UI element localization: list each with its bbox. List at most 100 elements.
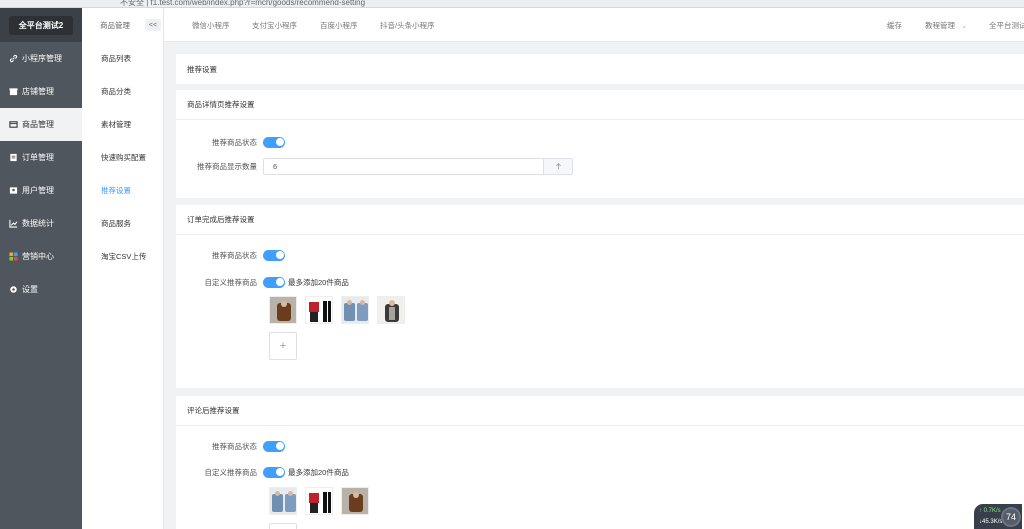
comment-recommend-panel: 评论后推荐设置 推荐商品状态 自定义推荐商品 最多添加20件商品 + [176,396,1024,529]
chevron-down-icon: ⌄ [961,21,968,30]
upload-unit: K/s [992,508,1001,514]
section-title: 商品详情页推荐设置 [176,90,1024,120]
custom-row: 自定义推荐商品 最多添加20件商品 [176,464,349,480]
browser-url[interactable]: 不安全 | f1.test.com/web/index.php?r=mch/go… [120,0,365,7]
upload-value: 0.7 [983,508,993,514]
tab-alipay[interactable]: 支付宝小程序 [252,20,297,31]
submenu-title: 商品管理 [100,20,130,30]
count-up-button[interactable] [543,159,572,174]
custom-label: 自定义推荐商品 [204,467,258,477]
submenu-item-goods-list[interactable]: 商品列表 [82,42,163,75]
link-icon [9,54,18,63]
custom-label: 自定义推荐商品 [204,277,258,287]
detail-recommend-panel: 商品详情页推荐设置 推荐商品状态 推荐商品显示数量 6 [176,90,1024,198]
product-thumbs [269,487,377,515]
sidebar: 全平台测试2 小程序管理 店铺管理 商品管理 订单管理 用户管理 数据统计 营销… [0,8,82,529]
order-recommend-panel: 订单完成后推荐设置 推荐商品状态 自定义推荐商品 最多添加20件商品 + [176,205,1024,388]
section-title: 订单完成后推荐设置 [176,205,1024,235]
network-speed-widget: ↑ 0.7K/s ↓45.3K/s 74 [974,504,1022,529]
custom-hint: 最多添加20件商品 [288,467,349,477]
download-speed: ↓45.3K/s [979,519,1003,525]
tab-baidu[interactable]: 百度小程序 [320,20,358,31]
status-toggle[interactable] [263,136,285,148]
status-label: 推荐商品状态 [212,441,257,451]
sidebar-item-label: 小程序管理 [22,54,62,63]
chart-icon [9,219,18,228]
product-thumbs [269,296,413,324]
sidebar-item-store[interactable]: 店铺管理 [0,75,82,108]
sidebar-item-marketing[interactable]: 营销中心 [0,240,82,273]
count-value[interactable]: 6 [264,159,543,174]
submenu-item-recommend[interactable]: 推荐设置 [82,174,163,207]
section-title: 评论后推荐设置 [176,396,1024,426]
sidebar-item-label: 店铺管理 [22,87,54,96]
add-product-button[interactable]: + [269,523,297,529]
sidebar-item-label: 营销中心 [22,252,54,261]
status-row: 推荐商品状态 [176,438,285,454]
tutorial-label: 教程管理 [925,21,955,30]
top-nav: 微信小程序 支付宝小程序 百度小程序 抖音/头条小程序 缓存 教程管理 ⌄ 全平… [164,8,1024,42]
sidebar-item-order[interactable]: 订单管理 [0,141,82,174]
sidebar-item-label: 设置 [22,285,38,294]
submenu: 商品管理 << 商品列表 商品分类 素材管理 快速购买配置 推荐设置 商品服务 … [82,8,164,529]
arrow-up-icon [555,163,561,170]
page-title-panel: 推荐设置 [176,54,1024,84]
product-thumb[interactable] [305,296,333,324]
status-row: 推荐商品状态 [176,247,285,263]
marketing-icon [9,252,18,261]
add-product-button[interactable]: + [269,332,297,360]
upload-speed: ↑ 0.7K/s [979,508,1001,514]
goods-icon [9,120,18,129]
sidebar-item-label: 用户管理 [22,186,54,195]
product-thumb[interactable] [305,487,333,515]
page-title: 推荐设置 [187,64,217,74]
sidebar-item-label: 商品管理 [22,120,54,129]
submenu-item-goods-category[interactable]: 商品分类 [82,75,163,108]
status-toggle[interactable] [263,249,285,261]
count-label: 推荐商品显示数量 [197,162,257,171]
tab-douyin[interactable]: 抖音/头条小程序 [380,20,435,31]
download-value: 45.3 [982,519,994,525]
custom-row: 自定义推荐商品 最多添加20件商品 [176,274,349,290]
custom-toggle[interactable] [263,466,285,478]
status-row: 推荐商品状态 [176,134,285,150]
status-label: 推荐商品状态 [212,137,257,147]
sidebar-item-goods[interactable]: 商品管理 [0,108,82,141]
store-icon [9,87,18,96]
cpu-percent: 74 [1001,507,1021,527]
sidebar-item-settings[interactable]: 设置 [0,273,82,306]
brand-label[interactable]: 全平台测试2 [8,15,74,35]
cache-link[interactable]: 缓存 [887,20,902,31]
product-thumb[interactable] [341,296,369,324]
browser-bar: 不安全 | f1.test.com/web/index.php?r=mch/go… [0,0,1024,8]
account-menu[interactable]: 全平台测试 [989,20,1024,31]
submenu-item-service[interactable]: 商品服务 [82,207,163,240]
count-input[interactable]: 6 [263,158,573,175]
count-row: 推荐商品显示数量 6 [176,158,573,175]
order-icon [9,153,18,162]
main-content: 推荐设置 商品详情页推荐设置 推荐商品状态 推荐商品显示数量 6 订单完成后推荐… [164,42,1024,529]
sidebar-item-label: 订单管理 [22,153,54,162]
custom-toggle[interactable] [263,276,285,288]
product-thumb[interactable] [269,296,297,324]
submenu-item-material[interactable]: 素材管理 [82,108,163,141]
tutorial-menu[interactable]: 教程管理 ⌄ [925,20,967,31]
submenu-item-quick-buy[interactable]: 快速购买配置 [82,141,163,174]
brand: 全平台测试2 [0,8,82,42]
gear-icon [9,285,18,294]
status-toggle[interactable] [263,440,285,452]
sidebar-item-user[interactable]: 用户管理 [0,174,82,207]
product-thumb[interactable] [341,487,369,515]
submenu-item-taobao-csv[interactable]: 淘宝CSV上传 [82,240,163,273]
sidebar-item-statistics[interactable]: 数据统计 [0,207,82,240]
status-label: 推荐商品状态 [212,250,257,260]
user-icon [9,186,18,195]
custom-hint: 最多添加20件商品 [288,277,349,287]
collapse-button[interactable]: << [145,19,161,31]
product-thumb[interactable] [269,487,297,515]
submenu-header: 商品管理 << [82,8,163,42]
sidebar-item-label: 数据统计 [22,219,54,228]
tab-wechat[interactable]: 微信小程序 [192,20,230,31]
sidebar-item-miniprogram[interactable]: 小程序管理 [0,42,82,75]
product-thumb[interactable] [377,296,405,324]
